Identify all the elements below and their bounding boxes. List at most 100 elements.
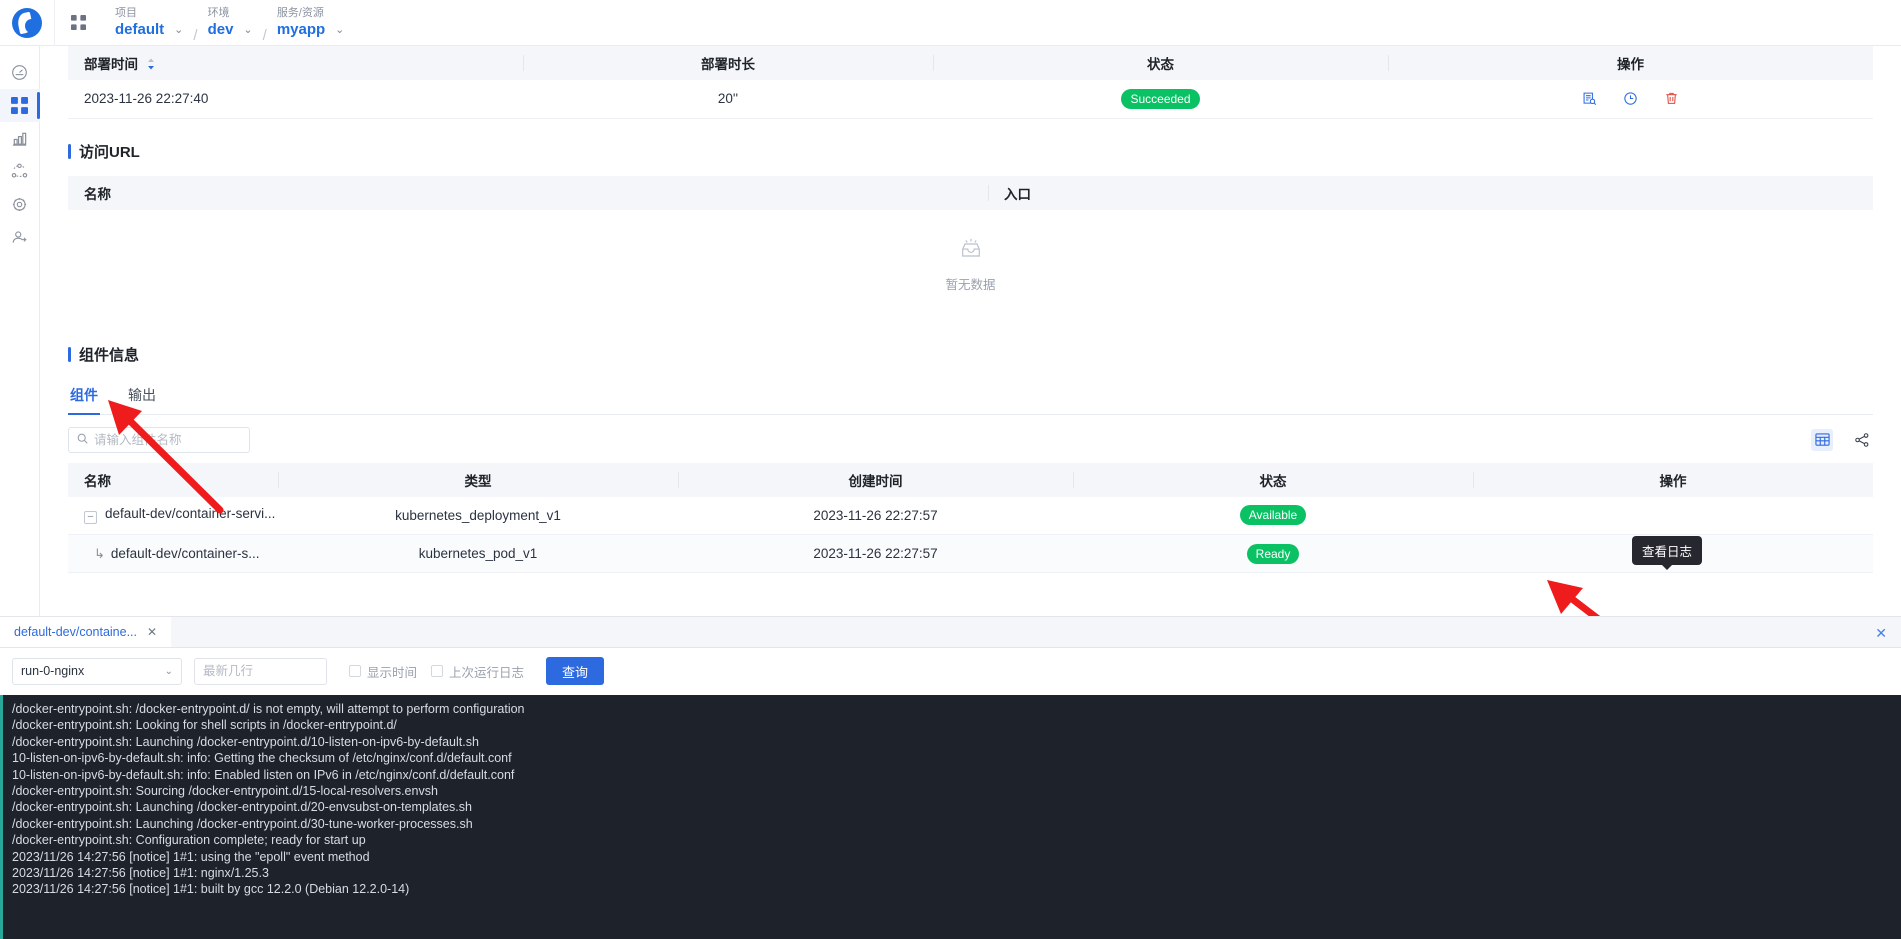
- container-select-value: run-0-nginx: [21, 664, 85, 678]
- log-line: /docker-entrypoint.sh: /docker-entrypoin…: [12, 702, 525, 716]
- breadcrumb-separator: /: [262, 26, 267, 44]
- close-icon[interactable]: ✕: [1875, 625, 1887, 642]
- sort-arrows-icon[interactable]: [147, 58, 155, 73]
- status-cell: Available: [1073, 496, 1473, 535]
- breadcrumb-environment-value[interactable]: dev: [208, 21, 234, 39]
- log-line: /docker-entrypoint.sh: Configuration com…: [12, 833, 366, 848]
- chevron-down-icon[interactable]: ⌄: [335, 24, 344, 36]
- component-name-cell: − default-dev/container-servi...: [68, 496, 278, 535]
- column-name: 名称: [68, 462, 278, 497]
- empty-state-text: 暂无数据: [945, 278, 996, 292]
- container-select[interactable]: run-0-nginx ⌄: [12, 657, 182, 685]
- component-created: 2023-11-26 22:27:57: [678, 534, 1073, 573]
- column-type: 类型: [278, 462, 678, 497]
- breadcrumb: 项目 default ⌄ / 环境 dev ⌄ / 服务/资源 myapp ⌄: [101, 0, 350, 46]
- component-name: default-dev/container-s...: [110, 545, 260, 561]
- breadcrumb-service-value[interactable]: myapp: [277, 21, 325, 39]
- status-badge: Ready: [1246, 543, 1300, 564]
- breadcrumb-project-label: 项目: [115, 7, 137, 19]
- chevron-down-icon[interactable]: ⌄: [243, 24, 252, 36]
- log-line: 10-listen-on-ipv6-by-default.sh: info: E…: [12, 767, 515, 782]
- table-row[interactable]: − default-dev/container-servi... kubernet…: [68, 496, 1873, 535]
- checkbox-box: [431, 665, 444, 677]
- component-name: default-dev/container-servi...: [105, 506, 276, 522]
- status-badge: Available: [1239, 505, 1307, 526]
- app-logo[interactable]: [0, 0, 55, 46]
- section-accent-bar: [68, 143, 71, 159]
- column-duration: 部署时长: [523, 46, 933, 80]
- column-status: 状态: [1073, 462, 1473, 497]
- search-input[interactable]: [94, 432, 241, 447]
- status-badge: Succeeded: [1121, 88, 1200, 109]
- status-cell: Ready: [1073, 534, 1473, 573]
- sidebar-item-members[interactable]: [0, 221, 40, 254]
- sidebar-item-topology[interactable]: [0, 155, 40, 188]
- url-empty-state: 暂无数据: [68, 210, 1873, 322]
- table-row[interactable]: 2023-11-26 22:27:40 20'' Succeeded: [68, 80, 1873, 119]
- actions-cell: [1388, 80, 1873, 119]
- log-line: 2023/11/26 14:27:56 [notice] 1#1: built …: [12, 882, 410, 897]
- log-output[interactable]: /docker-entrypoint.sh: /docker-entrypoin…: [0, 695, 1901, 939]
- sidebar-item-monitoring[interactable]: [0, 122, 40, 155]
- log-line: /docker-entrypoint.sh: Launching /docker…: [12, 816, 473, 831]
- tab-outputs[interactable]: 输出: [126, 379, 158, 414]
- component-table-header: 名称 类型 创建时间 状态 操作: [68, 462, 1873, 497]
- table-grid-icon[interactable]: [1811, 428, 1833, 451]
- url-table: 名称 入口: [68, 175, 1873, 210]
- previous-logs-checkbox[interactable]: 上次运行日志: [431, 662, 524, 681]
- breadcrumb-service: 服务/资源 myapp ⌄: [271, 0, 351, 46]
- component-type: kubernetes_pod_v1: [278, 534, 678, 573]
- section-accent-bar: [68, 346, 71, 362]
- actions-cell: [1473, 496, 1873, 535]
- tail-lines-input[interactable]: [194, 657, 327, 685]
- log-tab[interactable]: default-dev/containe... ✕: [0, 617, 172, 647]
- component-section-title: 组件信息: [68, 344, 1873, 365]
- component-table: 名称 类型 创建时间 状态 操作 − default-dev/container-…: [68, 462, 1873, 573]
- breadcrumb-project-value[interactable]: default: [115, 21, 164, 39]
- log-panel-tabs: default-dev/containe... ✕ ✕: [0, 617, 1901, 648]
- column-status: 状态: [933, 46, 1388, 80]
- show-timestamps-label: 显示时间: [367, 665, 418, 680]
- log-line: /docker-entrypoint.sh: Launching /docker…: [12, 734, 479, 749]
- search-input-wrapper[interactable]: [68, 426, 250, 453]
- history-clock-icon[interactable]: [1623, 91, 1638, 106]
- log-line: /docker-entrypoint.sh: Sourcing /docker-…: [12, 784, 438, 799]
- collapse-toggle-icon[interactable]: −: [84, 511, 97, 525]
- column-deploy-time[interactable]: 部署时间: [68, 46, 523, 80]
- log-line: 2023/11/26 14:27:56 [notice] 1#1: nginx/…: [12, 866, 269, 881]
- sidebar-item-applications[interactable]: [0, 89, 40, 122]
- share-nodes-icon[interactable]: [1851, 429, 1873, 451]
- query-button[interactable]: 查询: [546, 657, 605, 685]
- view-log-tooltip: 查看日志: [1632, 536, 1703, 570]
- log-controls: run-0-nginx ⌄ 显示时间 上次运行日志 查询: [0, 648, 1901, 694]
- log-line: 10-listen-on-ipv6-by-default.sh: info: G…: [12, 751, 512, 766]
- deploy-time-value: 2023-11-26 22:27:40: [68, 80, 523, 119]
- column-actions: 操作: [1473, 462, 1873, 497]
- bar-chart-icon: [11, 130, 28, 147]
- sidebar-item-settings[interactable]: [0, 188, 40, 221]
- top-bar: 项目 default ⌄ / 环境 dev ⌄ / 服务/资源 myapp ⌄: [0, 0, 1901, 46]
- show-timestamps-checkbox[interactable]: 显示时间: [349, 662, 417, 681]
- checkbox-box: [349, 665, 361, 677]
- network-nodes-icon: [11, 163, 28, 180]
- empty-inbox-icon: [958, 238, 984, 267]
- component-name-cell: ↳ default-dev/container-s...: [68, 534, 278, 573]
- column-url-entry: 入口: [988, 175, 1873, 210]
- breadcrumb-separator: /: [193, 26, 198, 44]
- log-line: /docker-entrypoint.sh: Looking for shell…: [12, 718, 397, 733]
- component-toolbar: [68, 415, 1873, 463]
- log-tab-label: default-dev/containe...: [14, 625, 137, 639]
- delete-trash-icon[interactable]: [1664, 91, 1679, 106]
- close-icon[interactable]: ✕: [147, 625, 157, 639]
- breadcrumb-environment: 环境 dev ⌄: [202, 0, 259, 46]
- tab-components[interactable]: 组件: [68, 379, 100, 415]
- breadcrumb-environment-label: 环境: [207, 7, 230, 19]
- dashboard-icon: [11, 64, 28, 81]
- table-row[interactable]: ↳ default-dev/container-s... kubernetes_p…: [68, 534, 1873, 573]
- apps-grid-icon[interactable]: [55, 0, 101, 46]
- log-panel: default-dev/containe... ✕ ✕ run-0-nginx …: [0, 616, 1901, 939]
- chevron-down-icon[interactable]: ⌄: [174, 24, 183, 36]
- log-line: 2023/11/26 14:27:56 [notice] 1#1: using …: [12, 849, 370, 864]
- view-log-icon[interactable]: [1582, 91, 1597, 106]
- sidebar-item-dashboard[interactable]: [0, 56, 40, 89]
